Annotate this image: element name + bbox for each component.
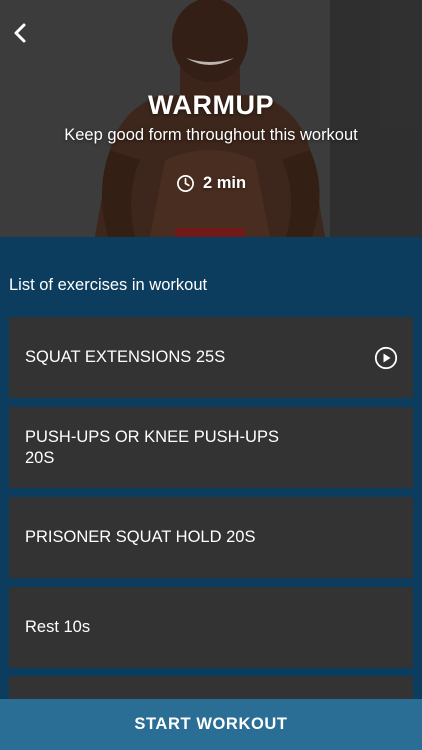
exercise-item[interactable]: SQUAT EXTENSIONS 25S bbox=[9, 317, 413, 398]
exercise-item[interactable]: PRISONER SQUAT HOLD 20S bbox=[9, 497, 413, 578]
clock-icon bbox=[176, 175, 194, 192]
workout-title: WARMUP bbox=[148, 90, 274, 120]
play-circle-icon[interactable] bbox=[374, 346, 398, 370]
exercise-name: PUSH-UPS OR KNEE PUSH-UPS 20S bbox=[25, 427, 279, 467]
exercise-name: PRISONER SQUAT HOLD 20S bbox=[25, 528, 256, 546]
back-button[interactable] bbox=[6, 18, 34, 48]
workout-subtitle: Keep good form throughout this workout bbox=[64, 126, 358, 144]
workout-duration: 2 min bbox=[0, 174, 422, 193]
hero-banner: WARMUP Keep good form throughout this wo… bbox=[0, 0, 422, 237]
exercise-item[interactable]: Rest 10s bbox=[9, 587, 413, 668]
start-workout-button[interactable]: START WORKOUT bbox=[0, 699, 422, 750]
exercise-list-heading: List of exercises in workout bbox=[9, 276, 208, 294]
exercise-name: Rest 10s bbox=[25, 618, 91, 636]
chevron-left-icon bbox=[14, 23, 26, 43]
duration-label: 2 min bbox=[202, 174, 247, 192]
exercise-name: SQUAT EXTENSIONS 25S bbox=[25, 348, 226, 366]
exercise-item[interactable]: PUSH-UPS OR KNEE PUSH-UPS 20S bbox=[9, 407, 413, 488]
